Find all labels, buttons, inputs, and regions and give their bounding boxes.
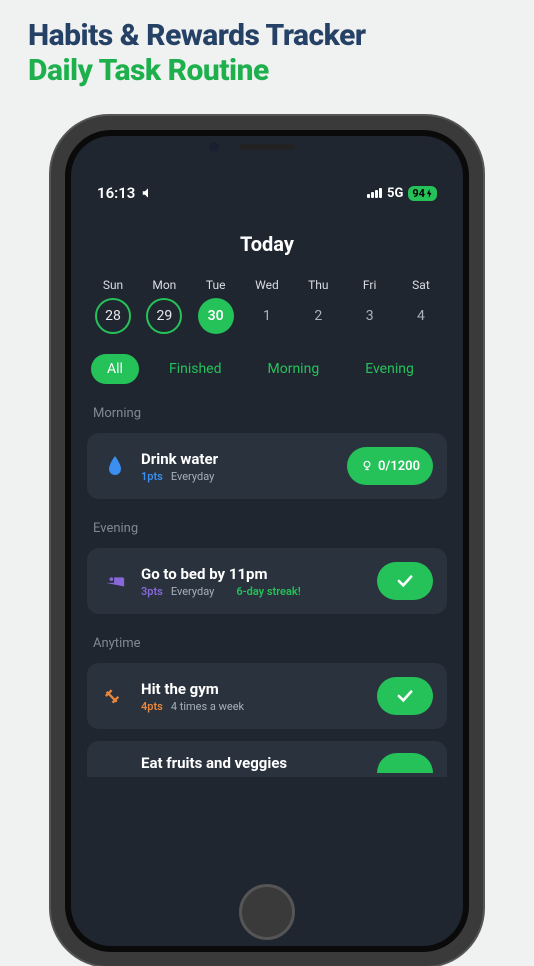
day-number: 4 <box>403 298 439 334</box>
task-complete-button[interactable] <box>377 677 433 715</box>
day-thu[interactable]: Thu 2 <box>296 278 340 334</box>
app-screen: 16:13 5G 94 Today Sun <box>71 136 463 946</box>
bed-icon <box>101 573 129 589</box>
filter-evening[interactable]: Evening <box>349 354 430 384</box>
day-name: Sat <box>412 278 430 292</box>
task-streak: 6-day streak! <box>236 585 300 598</box>
status-time: 16:13 <box>97 184 135 202</box>
dumbbell-icon <box>101 686 129 706</box>
day-mon[interactable]: Mon 29 <box>142 278 186 334</box>
day-fri[interactable]: Fri 3 <box>348 278 392 334</box>
task-complete-button[interactable] <box>377 562 433 600</box>
filter-row: All Finished Morning Evening <box>71 354 463 384</box>
silent-icon <box>141 186 155 200</box>
task-frequency: 4 times a week <box>171 700 244 713</box>
task-title: Go to bed by 11pm <box>141 565 365 583</box>
filter-finished[interactable]: Finished <box>153 354 238 384</box>
battery-badge: 94 <box>408 186 437 201</box>
task-eat-veggies[interactable]: Eat fruits and veggies <box>87 741 447 777</box>
task-go-to-bed[interactable]: Go to bed by 11pm 3pts Everyday 6-day st… <box>87 548 447 614</box>
network-label: 5G <box>387 186 403 201</box>
veggie-icon <box>101 756 129 770</box>
promo-title-line2: Daily Task Routine <box>28 53 506 88</box>
progress-label: 0/1200 <box>378 459 420 474</box>
check-icon <box>396 574 414 588</box>
task-frequency: Everyday <box>171 470 214 483</box>
check-icon <box>396 689 414 703</box>
day-sat[interactable]: Sat 4 <box>399 278 443 334</box>
water-drop-icon <box>101 456 129 476</box>
day-name: Sun <box>103 278 123 292</box>
section-morning: Morning <box>71 406 463 421</box>
day-wed[interactable]: Wed 1 <box>245 278 289 334</box>
day-name: Wed <box>255 278 279 292</box>
phone-camera <box>209 142 219 152</box>
day-tue[interactable]: Tue 30 <box>194 278 238 334</box>
task-frequency: Everyday <box>171 585 214 598</box>
day-number: 3 <box>352 298 388 334</box>
task-hit-gym[interactable]: Hit the gym 4pts 4 times a week <box>87 663 447 729</box>
task-title: Drink water <box>141 450 335 468</box>
week-row: Sun 28 Mon 29 Tue 30 Wed 1 Thu 2 <box>71 278 463 334</box>
day-name: Tue <box>206 278 226 292</box>
phone-frame: 16:13 5G 94 Today Sun <box>51 116 483 966</box>
task-points: 4pts <box>141 700 163 713</box>
day-number: 29 <box>146 298 182 334</box>
day-number: 2 <box>300 298 336 334</box>
day-number: 1 <box>249 298 285 334</box>
day-name: Fri <box>363 278 376 292</box>
day-name: Mon <box>152 278 176 292</box>
promo-header: Habits & Rewards Tracker Daily Task Rout… <box>0 0 534 96</box>
day-name: Thu <box>308 278 328 292</box>
section-anytime: Anytime <box>71 636 463 651</box>
task-title: Hit the gym <box>141 680 365 698</box>
task-points: 3pts <box>141 585 163 598</box>
filter-morning[interactable]: Morning <box>252 354 336 384</box>
day-sun[interactable]: Sun 28 <box>91 278 135 334</box>
task-drink-water[interactable]: Drink water 1pts Everyday 0/1200 <box>87 433 447 499</box>
day-number: 28 <box>95 298 131 334</box>
task-progress-button[interactable]: 0/1200 <box>347 447 433 485</box>
task-title: Eat fruits and veggies <box>141 754 365 772</box>
battery-level: 94 <box>412 187 425 200</box>
signal-bars-icon <box>367 188 382 198</box>
filter-all[interactable]: All <box>91 354 139 384</box>
promo-title-line1: Habits & Rewards Tracker <box>28 18 506 53</box>
section-evening: Evening <box>71 521 463 536</box>
phone-speaker <box>239 144 295 150</box>
home-button[interactable] <box>239 884 295 940</box>
target-icon <box>360 459 374 473</box>
task-complete-button[interactable] <box>377 753 433 773</box>
day-number: 30 <box>198 298 234 334</box>
task-points: 1pts <box>141 470 163 483</box>
page-title: Today <box>71 232 463 256</box>
